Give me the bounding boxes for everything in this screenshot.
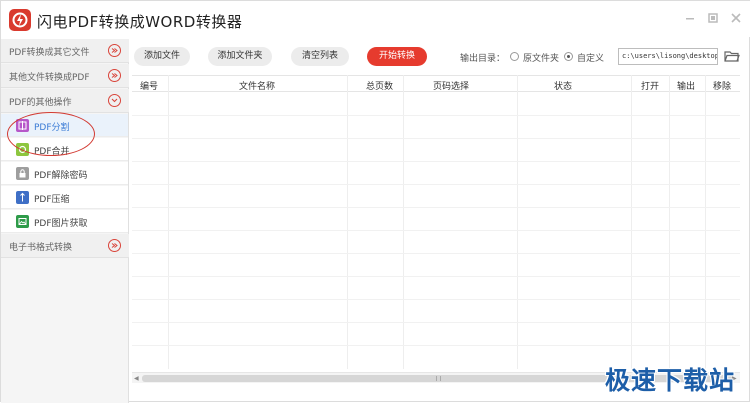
maximize-icon[interactable] [707, 12, 719, 24]
sidebar-item-pdf-unlock[interactable]: PDF解除密码 [1, 162, 128, 185]
add-folder-button[interactable]: 添加文件夹 [208, 47, 272, 66]
close-icon[interactable] [730, 12, 742, 24]
row-divider [132, 276, 740, 277]
highlight-ring-annotation [7, 112, 95, 156]
radio-custom-label[interactable]: 自定义 [577, 51, 604, 64]
chevron-right-icon [108, 69, 121, 82]
chevron-right-icon [108, 44, 121, 57]
file-table-header: 编号 文件名称 总页数 页码选择 状态 打开 输出 移除 [132, 75, 740, 92]
column-header-status: 状态 [554, 82, 573, 92]
sidebar: PDF转换成其它文件 其他文件转换成PDF PDF的其他操作 PDF分割 PDF… [1, 39, 129, 403]
sidebar-section-other-to-pdf[interactable]: 其他文件转换成PDF [1, 64, 129, 88]
column-divider [403, 75, 404, 369]
column-divider [168, 75, 169, 369]
column-header-number: 编号 [140, 82, 159, 92]
compress-icon [16, 191, 29, 204]
column-header-output: 输出 [677, 82, 696, 92]
sidebar-item-label: PDF压缩 [34, 195, 70, 205]
sidebar-section-label: PDF的其他操作 [9, 98, 72, 108]
row-divider [132, 345, 740, 346]
column-header-filename: 文件名称 [239, 82, 276, 92]
row-divider [132, 299, 740, 300]
column-header-open: 打开 [641, 82, 660, 92]
sidebar-section-ebook-convert[interactable]: 电子书格式转换 [1, 234, 129, 258]
row-divider [132, 161, 740, 162]
scrollbar-grip-icon [436, 376, 441, 381]
sidebar-item-pdf-image-extract[interactable]: PDF图片获取 [1, 210, 128, 233]
column-divider [517, 75, 518, 369]
app-title: 闪电PDF转换成WORD转换器 [37, 13, 243, 31]
row-divider [132, 253, 740, 254]
radio-custom[interactable] [564, 52, 573, 61]
column-divider [705, 75, 706, 369]
column-divider [669, 75, 670, 369]
row-divider [132, 184, 740, 185]
site-watermark: 极速下载站 [605, 366, 736, 395]
row-divider [132, 322, 740, 323]
start-convert-button[interactable]: 开始转换 [367, 47, 427, 66]
sidebar-section-label: 电子书格式转换 [9, 243, 73, 253]
app-logo-icon [9, 9, 31, 31]
sidebar-section-pdf-to-other[interactable]: PDF转换成其它文件 [1, 39, 129, 63]
folder-browse-icon[interactable] [724, 49, 740, 63]
column-header-page-select: 页码选择 [433, 82, 470, 92]
title-bar: 闪电PDF转换成WORD转换器 [1, 1, 750, 37]
clear-list-button[interactable]: 清空列表 [291, 47, 349, 66]
sidebar-item-pdf-compress[interactable]: PDF压缩 [1, 186, 128, 209]
chevron-right-icon [108, 239, 121, 252]
output-dir-label: 输出目录： [460, 54, 506, 64]
row-divider [132, 115, 740, 116]
row-divider [132, 138, 740, 139]
radio-original-folder-label[interactable]: 原文件夹 [523, 51, 559, 64]
minimize-icon[interactable] [684, 12, 696, 24]
radio-original-folder[interactable] [510, 52, 519, 61]
column-header-total-pages: 总页数 [366, 82, 394, 92]
row-divider [132, 230, 740, 231]
output-path-field[interactable]: c:\users\lisong\desktop [618, 48, 718, 65]
sidebar-item-label: PDF解除密码 [34, 171, 88, 181]
row-divider [132, 207, 740, 208]
column-header-remove: 移除 [713, 82, 732, 92]
sidebar-section-label: 其他文件转换成PDF [9, 73, 90, 83]
lock-icon [16, 167, 29, 180]
scroll-left-icon[interactable]: ◀ [134, 375, 140, 382]
sidebar-section-pdf-other-ops[interactable]: PDF的其他操作 [1, 89, 129, 113]
image-extract-icon [16, 215, 29, 228]
chevron-down-icon [108, 94, 121, 107]
add-file-button[interactable]: 添加文件 [134, 47, 190, 66]
sidebar-section-label: PDF转换成其它文件 [9, 48, 90, 58]
app-window: 闪电PDF转换成WORD转换器 PDF转换成其它文件 其他文件转换成PDF PD… [0, 0, 750, 403]
column-divider [631, 75, 632, 369]
column-divider [347, 75, 348, 369]
sidebar-item-label: PDF图片获取 [34, 219, 88, 229]
